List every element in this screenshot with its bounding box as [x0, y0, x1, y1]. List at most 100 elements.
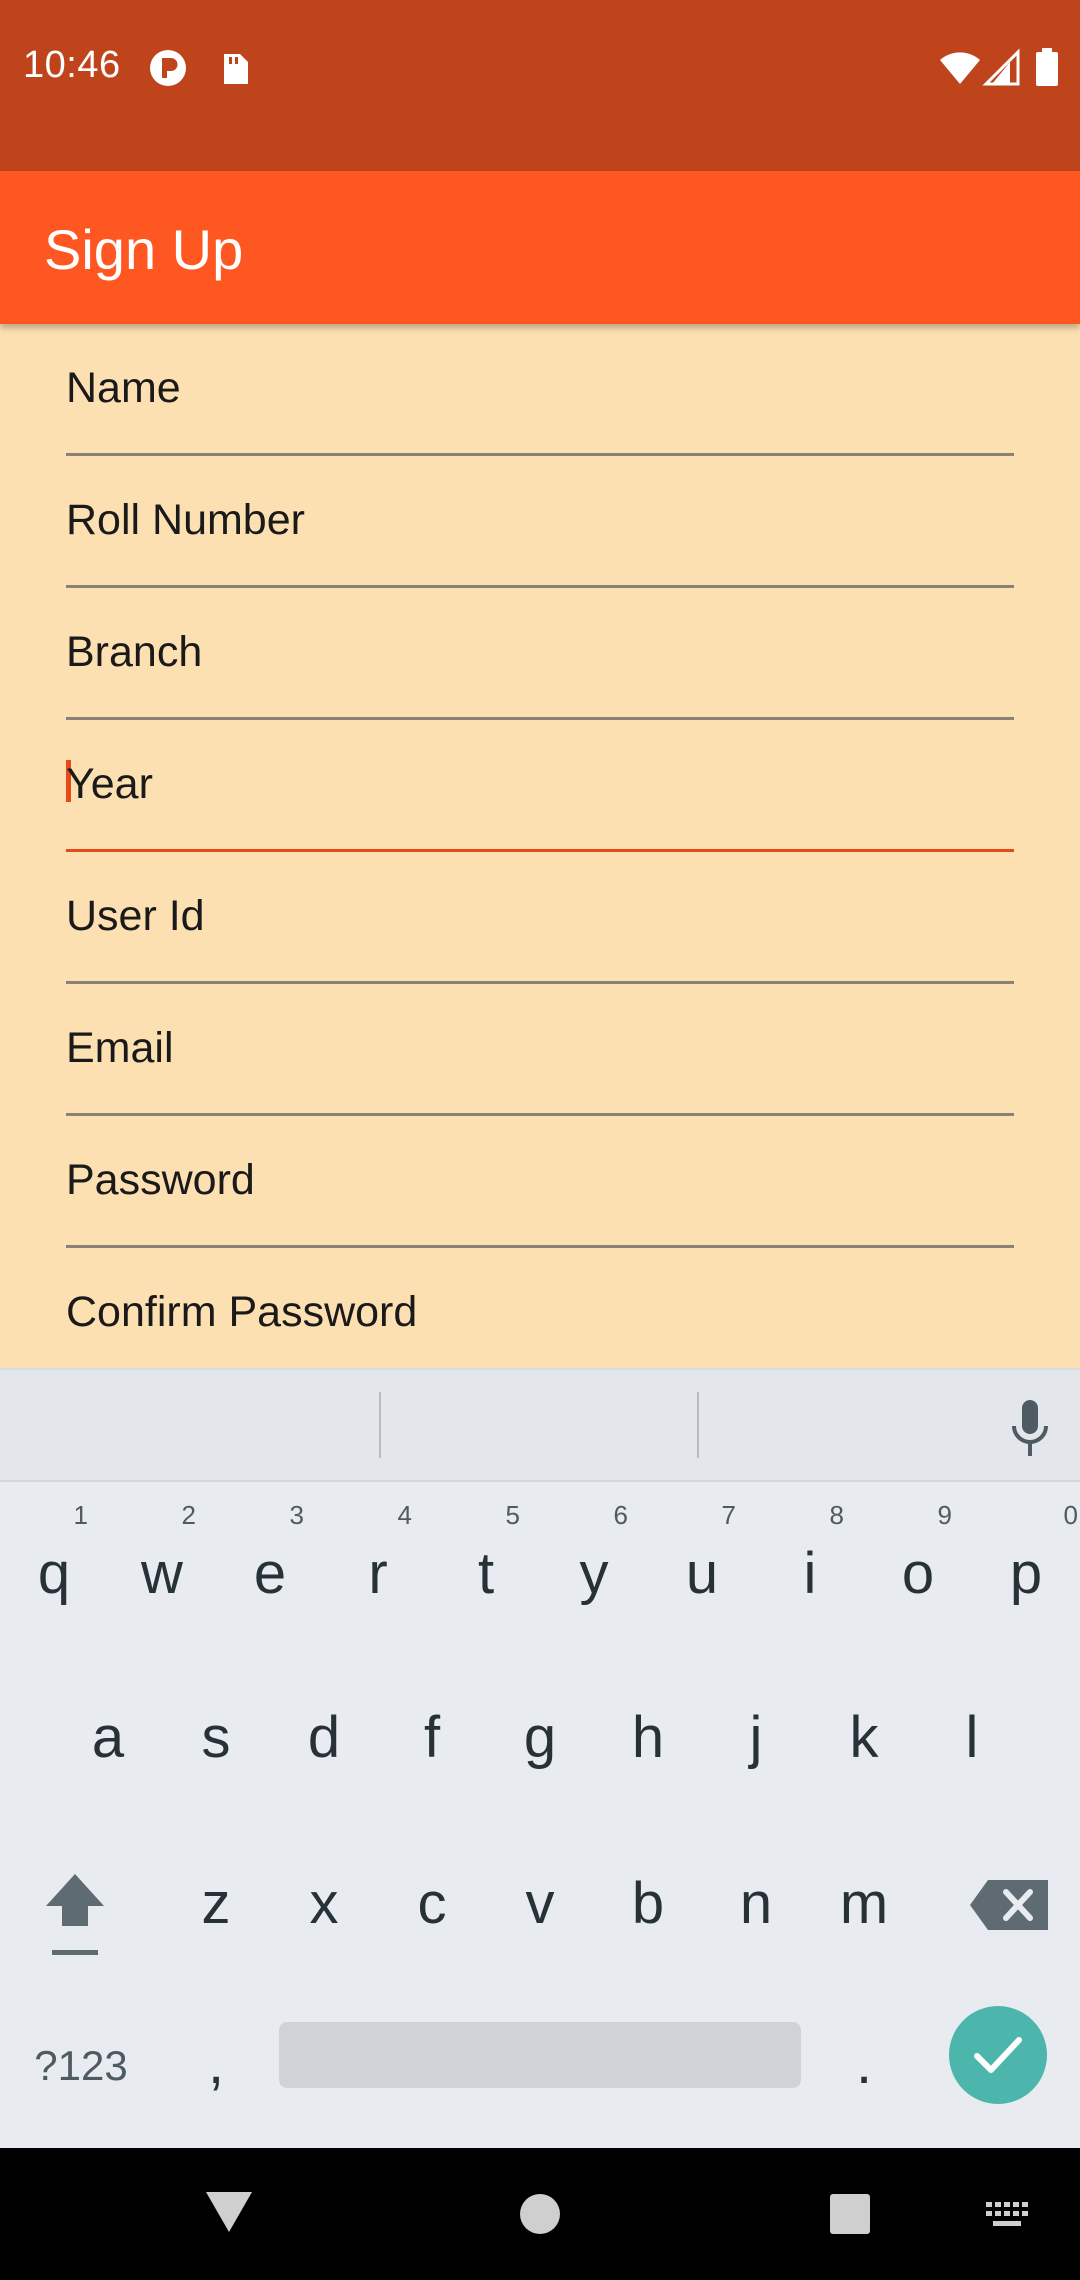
navigation-bar — [0, 2148, 1080, 2280]
shift-icon — [46, 1874, 104, 1955]
key-a-label: a — [91, 1705, 125, 1770]
key-p-label: p — [1009, 1541, 1043, 1606]
key-m-label: m — [839, 1871, 889, 1936]
key-y-label: y — [579, 1541, 609, 1606]
back-icon[interactable] — [204, 2188, 254, 2234]
key-h[interactable]: h — [598, 1656, 698, 1806]
period-key[interactable]: . — [814, 1982, 914, 2132]
key-y[interactable]: 6y — [544, 1492, 644, 1642]
key-l[interactable]: l — [922, 1656, 1022, 1806]
roll-number-field[interactable]: Roll Number — [66, 456, 1014, 588]
suggestion-divider — [697, 1392, 699, 1458]
key-x-label: x — [309, 1871, 339, 1936]
microphone-icon[interactable] — [1006, 1398, 1054, 1458]
signup-form: Name Roll Number Branch Year User Id Ema… — [0, 324, 1080, 1368]
confirm-password-field-label: Confirm Password — [66, 1288, 418, 1336]
password-field-label: Password — [66, 1156, 255, 1204]
keyboard-switcher-icon[interactable] — [984, 2200, 1030, 2230]
key-q-label: q — [37, 1541, 71, 1606]
shift-key[interactable] — [24, 1822, 124, 1972]
key-p[interactable]: 0p — [976, 1492, 1078, 1642]
key-c-label: c — [417, 1871, 447, 1936]
key-v-label: v — [525, 1871, 555, 1936]
key-w[interactable]: 2w — [112, 1492, 212, 1642]
suggestion-divider — [379, 1392, 381, 1458]
soft-keyboard: 1q 2w 3e 4r 5t 6y 7u 8i 9o 0p a s d f g … — [0, 1368, 1080, 2150]
key-j-label: j — [749, 1705, 763, 1770]
sd-card-icon — [224, 54, 248, 84]
wifi-icon — [940, 52, 980, 84]
key-d-label: d — [307, 1705, 341, 1770]
key-t-label: t — [477, 1541, 495, 1606]
key-e[interactable]: 3e — [220, 1492, 320, 1642]
key-b-label: b — [631, 1871, 665, 1936]
battery-icon — [1036, 48, 1058, 86]
key-h-label: h — [631, 1705, 665, 1770]
year-field[interactable]: Year — [66, 720, 1014, 852]
symbols-key-label: ?123 — [34, 2042, 128, 2089]
enter-key[interactable] — [949, 2006, 1047, 2104]
key-u-number: 7 — [721, 1500, 736, 1530]
recents-icon[interactable] — [828, 2192, 872, 2236]
name-field[interactable]: Name — [66, 324, 1014, 456]
key-q[interactable]: 1q — [4, 1492, 104, 1642]
key-i[interactable]: 8i — [760, 1492, 860, 1642]
key-n[interactable]: n — [706, 1822, 806, 1972]
cellular-signal-icon — [982, 48, 1020, 86]
key-i-number: 8 — [829, 1500, 844, 1530]
key-b[interactable]: b — [598, 1822, 698, 1972]
key-m[interactable]: m — [814, 1822, 914, 1972]
key-x[interactable]: x — [274, 1822, 374, 1972]
page-title: Sign Up — [44, 218, 244, 281]
key-u[interactable]: 7u — [652, 1492, 752, 1642]
confirm-password-field[interactable]: Confirm Password — [66, 1248, 1014, 1368]
key-t[interactable]: 5t — [436, 1492, 536, 1642]
key-c[interactable]: c — [382, 1822, 482, 1972]
key-o-number: 9 — [937, 1500, 952, 1530]
branch-field-label: Branch — [66, 628, 203, 676]
backspace-key[interactable] — [954, 1822, 1064, 1972]
comma-key-label: , — [207, 2031, 225, 2096]
key-v[interactable]: v — [490, 1822, 590, 1972]
key-w-label: w — [141, 1541, 183, 1606]
key-n-label: n — [739, 1871, 773, 1936]
year-field-label: Year — [66, 760, 153, 808]
key-o[interactable]: 9o — [868, 1492, 968, 1642]
password-field[interactable]: Password — [66, 1116, 1014, 1248]
key-z[interactable]: z — [166, 1822, 266, 1972]
home-icon[interactable] — [518, 2192, 562, 2236]
key-i-label: i — [803, 1541, 817, 1606]
key-a[interactable]: a — [58, 1656, 158, 1806]
key-f[interactable]: f — [382, 1656, 482, 1806]
comma-key[interactable]: , — [166, 1982, 266, 2132]
key-y-number: 6 — [613, 1500, 628, 1530]
key-o-label: o — [901, 1541, 935, 1606]
key-q-number: 1 — [73, 1500, 88, 1530]
key-r[interactable]: 4r — [328, 1492, 428, 1642]
key-k[interactable]: k — [814, 1656, 914, 1806]
symbols-key[interactable]: ?123 — [16, 1982, 146, 2132]
key-f-label: f — [423, 1705, 441, 1770]
key-j[interactable]: j — [706, 1656, 806, 1806]
checkmark-icon — [974, 2037, 1022, 2073]
email-field-label: Email — [66, 1024, 174, 1072]
status-time: 10:46 — [23, 44, 121, 86]
key-d[interactable]: d — [274, 1656, 374, 1806]
key-g[interactable]: g — [490, 1656, 590, 1806]
key-g-label: g — [523, 1705, 557, 1770]
key-l-label: l — [965, 1705, 979, 1770]
key-s-label: s — [201, 1705, 231, 1770]
status-bar: 10:46 — [0, 0, 1080, 171]
key-u-label: u — [685, 1541, 719, 1606]
app-bar: Sign Up — [0, 171, 1080, 324]
key-r-number: 4 — [397, 1500, 412, 1530]
key-s[interactable]: s — [166, 1656, 266, 1806]
key-e-label: e — [253, 1541, 287, 1606]
user-id-field-label: User Id — [66, 892, 205, 940]
branch-field[interactable]: Branch — [66, 588, 1014, 720]
email-field[interactable]: Email — [66, 984, 1014, 1116]
period-key-label: . — [855, 2031, 873, 2096]
key-t-number: 5 — [505, 1500, 520, 1530]
user-id-field[interactable]: User Id — [66, 852, 1014, 984]
space-bar[interactable] — [279, 2022, 801, 2088]
